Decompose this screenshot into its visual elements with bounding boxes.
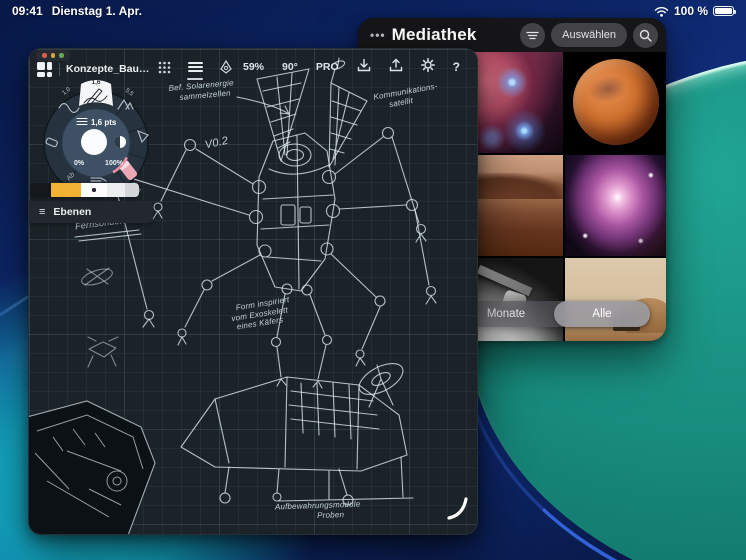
filter-lines-icon bbox=[526, 31, 539, 40]
opacity-min-label: 0% bbox=[74, 160, 85, 167]
app-logo-icon[interactable] bbox=[37, 62, 52, 77]
export-share-icon bbox=[389, 58, 403, 72]
layers-label: Ebenen bbox=[53, 206, 91, 218]
battery-percent: 100 % bbox=[674, 4, 708, 18]
color-well[interactable] bbox=[81, 129, 107, 155]
segment-all[interactable]: Alle bbox=[554, 301, 650, 327]
contrast-icon[interactable] bbox=[114, 136, 126, 148]
filter-button[interactable] bbox=[520, 23, 545, 48]
layers-bar[interactable]: ≡ Ebenen bbox=[29, 201, 153, 223]
minimize-dot[interactable] bbox=[51, 53, 56, 58]
photo-desert-rover[interactable] bbox=[565, 258, 666, 341]
opacity-max-label: 100% bbox=[105, 160, 124, 167]
date: Dienstag 1. Apr. bbox=[52, 4, 142, 18]
mars-disc bbox=[573, 59, 659, 145]
swatch-light-gray[interactable] bbox=[107, 183, 125, 197]
battery-icon bbox=[713, 6, 734, 16]
concepts-toolbar: Konzepte_Bau… bbox=[29, 49, 477, 79]
swatch-amber[interactable] bbox=[51, 183, 81, 197]
stacked-lines-icon bbox=[188, 61, 203, 73]
ipad-screen: 09:41 Dienstag 1. Apr. 100 % ••• Mediath… bbox=[0, 0, 746, 560]
zoom-level[interactable]: 59% bbox=[234, 61, 273, 73]
page-curl[interactable] bbox=[449, 499, 466, 518]
clock: 09:41 bbox=[12, 4, 43, 18]
grid-dots-icon bbox=[158, 61, 171, 74]
size-label-left: 1.0 bbox=[62, 86, 73, 96]
window-menu-dots[interactable]: ••• bbox=[370, 28, 386, 42]
active-size-label: 1,6 bbox=[91, 79, 100, 86]
active-pencil-tool[interactable]: 1,6 bbox=[79, 79, 113, 106]
photo-mars-planet[interactable] bbox=[565, 52, 666, 153]
settings-button[interactable] bbox=[412, 58, 444, 75]
swatch-black[interactable] bbox=[31, 183, 51, 197]
annotation-storage: Aufbewahrungsmodule Proben bbox=[275, 500, 361, 522]
color-swatch-bar bbox=[31, 183, 139, 197]
import-icon bbox=[357, 58, 371, 72]
size-value-label: 1,6 pts bbox=[91, 118, 117, 127]
pro-badge[interactable]: PRO bbox=[307, 61, 348, 73]
swatch-white-selected[interactable] bbox=[81, 183, 107, 197]
wifi-icon bbox=[654, 6, 669, 17]
import-button[interactable] bbox=[348, 58, 380, 75]
concepts-window: Bef. Solarenergie sammelzellen Kommunika… bbox=[28, 48, 478, 535]
mediathek-header: ••• Mediathek Auswählen bbox=[358, 18, 666, 52]
window-controls[interactable] bbox=[36, 50, 70, 61]
zoom-dot[interactable] bbox=[59, 53, 64, 58]
photo-orion-nebula[interactable] bbox=[565, 155, 666, 256]
separator bbox=[59, 63, 60, 76]
export-button[interactable] bbox=[380, 58, 412, 75]
hamburger-icon: ≡ bbox=[39, 206, 45, 218]
rotation-value[interactable]: 90° bbox=[273, 61, 307, 73]
swatch-gray[interactable] bbox=[125, 183, 139, 197]
search-icon bbox=[639, 29, 652, 42]
mediathek-title: Mediathek bbox=[392, 25, 477, 45]
size-label-right: 5.5 bbox=[124, 88, 135, 98]
select-button[interactable]: Auswählen bbox=[551, 23, 627, 47]
document-title[interactable]: Konzepte_Bau… bbox=[66, 63, 149, 75]
gear-icon bbox=[421, 58, 435, 72]
library-segmented-control: Monate Alle bbox=[458, 301, 650, 327]
search-button[interactable] bbox=[633, 23, 658, 48]
precision-tools-button[interactable] bbox=[217, 58, 235, 76]
layers-panel-button[interactable] bbox=[186, 58, 204, 76]
spacecraft-solar-panel bbox=[476, 265, 532, 296]
help-button[interactable]: ? bbox=[444, 60, 469, 74]
close-dot[interactable] bbox=[42, 53, 47, 58]
pen-nib-icon bbox=[219, 60, 233, 74]
grid-tools-button[interactable] bbox=[155, 58, 173, 76]
